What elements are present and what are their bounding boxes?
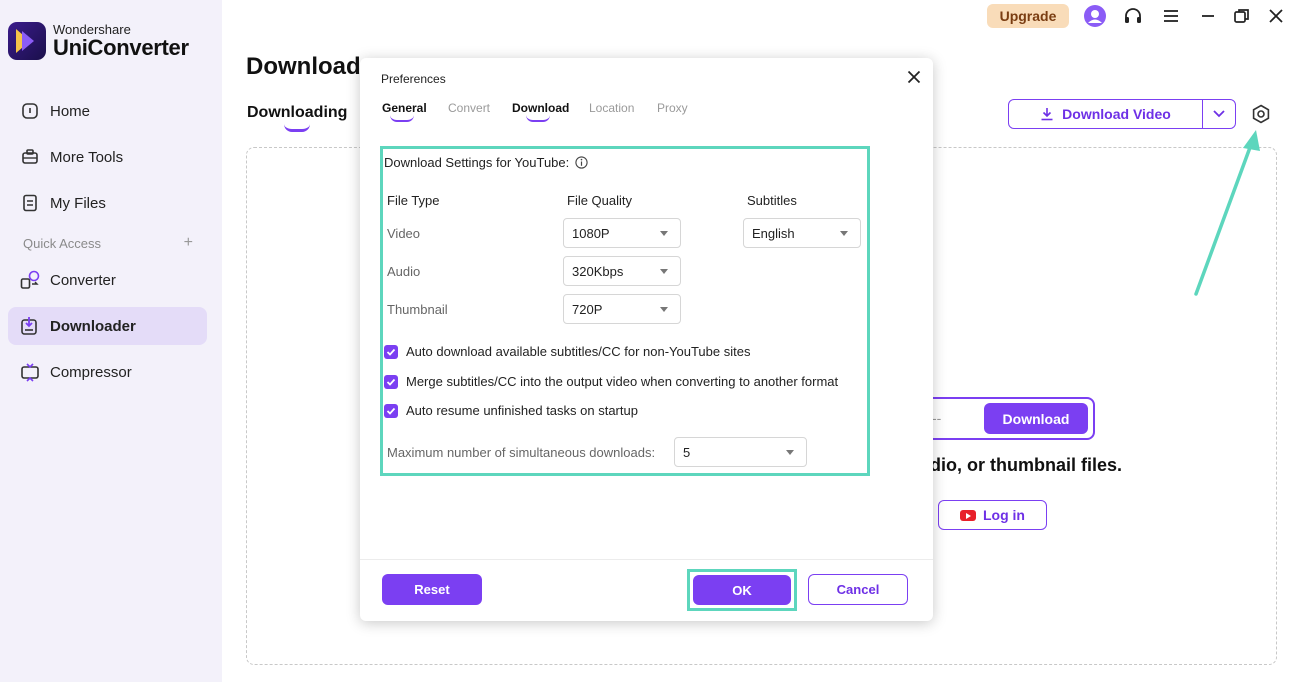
download-options-dropdown[interactable]: [1203, 100, 1235, 128]
dialog-title: Preferences: [381, 72, 446, 86]
restore-icon[interactable]: [1230, 4, 1254, 28]
tab-downloading[interactable]: Downloading: [247, 104, 347, 122]
sidebar-item-my-files[interactable]: My Files: [8, 184, 207, 222]
file-quality-column-header: File Quality: [567, 193, 633, 208]
tab-download-indicator: [526, 115, 550, 122]
tab-location[interactable]: Location: [589, 101, 634, 115]
select-value: 5: [683, 444, 691, 460]
select-value: English: [752, 225, 795, 241]
subtitles-column-header: Subtitles: [747, 193, 797, 208]
caret-down-icon: [660, 269, 668, 274]
headset-icon[interactable]: [1121, 4, 1145, 28]
checkbox-checked-icon[interactable]: [384, 344, 398, 359]
checkbox-checked-icon[interactable]: [384, 374, 398, 389]
youtube-settings-heading: Download Settings for YouTube:: [384, 155, 588, 170]
auto-download-subtitles-option[interactable]: Auto download available subtitles/CC for…: [384, 344, 750, 359]
sidebar-item-label: Compressor: [50, 363, 132, 381]
close-icon[interactable]: [1264, 4, 1288, 28]
caret-down-icon: [660, 307, 668, 312]
sidebar-item-downloader[interactable]: Downloader: [8, 307, 207, 345]
tab-convert[interactable]: Convert: [448, 101, 490, 115]
sidebar-item-home[interactable]: Home: [8, 92, 207, 130]
add-icon[interactable]: +: [184, 235, 193, 251]
merge-subtitles-option[interactable]: Merge subtitles/CC into the output video…: [384, 374, 838, 389]
heading-text: Download Settings for YouTube:: [384, 155, 570, 170]
tab-general-indicator: [390, 115, 414, 122]
select-value: 1080P: [572, 225, 610, 241]
checkbox-label: Auto resume unfinished tasks on startup: [406, 403, 638, 418]
chevron-down-icon: [1212, 109, 1226, 119]
sidebar-item-label: Downloader: [50, 317, 136, 335]
max-downloads-select[interactable]: 5: [674, 437, 807, 467]
max-downloads-label: Maximum number of simultaneous downloads…: [387, 445, 656, 460]
compressor-icon: [20, 362, 40, 382]
settings-gear-icon[interactable]: [1249, 102, 1273, 126]
auto-resume-option[interactable]: Auto resume unfinished tasks on startup: [384, 403, 638, 418]
uniconverter-logo-icon: [8, 22, 46, 60]
sidebar-item-label: Home: [50, 102, 91, 120]
audio-quality-select[interactable]: 320Kbps: [563, 256, 681, 286]
toolbox-icon: [20, 147, 40, 167]
checkbox-checked-icon[interactable]: [384, 403, 398, 418]
sidebar-item-label: Converter: [50, 271, 116, 289]
dialog-footer-divider: [360, 559, 933, 560]
tab-download[interactable]: Download: [512, 101, 569, 115]
cancel-button[interactable]: Cancel: [808, 574, 908, 605]
minimize-icon[interactable]: [1196, 4, 1220, 28]
drop-area-caption: dio, or thumbnail files.: [930, 455, 1123, 475]
youtube-login-button[interactable]: Log in: [938, 500, 1047, 530]
app-logo: Wondershare UniConverter: [8, 22, 189, 60]
sidebar-item-converter[interactable]: Converter: [8, 261, 207, 299]
info-icon[interactable]: [575, 156, 588, 169]
select-value: 320Kbps: [572, 263, 624, 279]
caret-down-icon: [786, 450, 794, 455]
url-input-placeholder: --: [932, 410, 942, 426]
file-type-column-header: File Type: [387, 193, 440, 208]
checkbox-label: Merge subtitles/CC into the output video…: [406, 374, 839, 389]
sidebar-item-label: More Tools: [50, 148, 124, 166]
converter-icon: [20, 270, 40, 290]
video-row-label: Video: [387, 226, 421, 241]
video-quality-select[interactable]: 1080P: [563, 218, 681, 248]
sidebar-item-compressor[interactable]: Compressor: [8, 353, 207, 391]
thumbnail-quality-select[interactable]: 720P: [563, 294, 681, 324]
reset-button[interactable]: Reset: [382, 574, 482, 605]
quick-access-header: Quick Access +: [23, 235, 193, 252]
subtitles-select[interactable]: English: [743, 218, 861, 248]
tab-proxy[interactable]: Proxy: [657, 101, 688, 115]
avatar-icon[interactable]: [1083, 4, 1107, 28]
dialog-close-icon[interactable]: [904, 67, 924, 87]
download-video-label: Download Video: [1062, 106, 1171, 122]
preferences-dialog: Preferences General Convert Download Loc…: [360, 58, 933, 621]
login-label: Log in: [983, 507, 1025, 523]
tab-active-indicator: [284, 124, 310, 132]
sidebar-item-more-tools[interactable]: More Tools: [8, 138, 207, 176]
download-icon: [1040, 107, 1054, 121]
download-video-main[interactable]: Download Video: [1009, 100, 1203, 128]
audio-row-label: Audio: [387, 264, 421, 279]
checkbox-label: Auto download available subtitles/CC for…: [406, 344, 751, 359]
tab-general[interactable]: General: [382, 101, 427, 115]
caret-down-icon: [660, 231, 668, 236]
youtube-icon: [960, 509, 976, 521]
brand-name: UniConverter: [53, 35, 189, 60]
select-value: 720P: [572, 301, 603, 317]
downloader-icon: [20, 316, 40, 336]
sidebar: Wondershare UniConverter Home More Tools…: [0, 0, 222, 682]
ok-button[interactable]: OK: [693, 575, 791, 605]
caret-down-icon: [840, 231, 848, 236]
thumbnail-row-label: Thumbnail: [387, 302, 448, 317]
file-icon: [20, 193, 40, 213]
download-video-button[interactable]: Download Video: [1008, 99, 1236, 129]
url-download-button[interactable]: Download: [984, 403, 1088, 434]
sidebar-item-label: My Files: [50, 194, 106, 212]
home-icon: [20, 101, 40, 121]
upgrade-button[interactable]: Upgrade: [987, 4, 1069, 28]
menu-icon[interactable]: [1159, 4, 1183, 28]
quick-access-label: Quick Access: [23, 236, 102, 251]
